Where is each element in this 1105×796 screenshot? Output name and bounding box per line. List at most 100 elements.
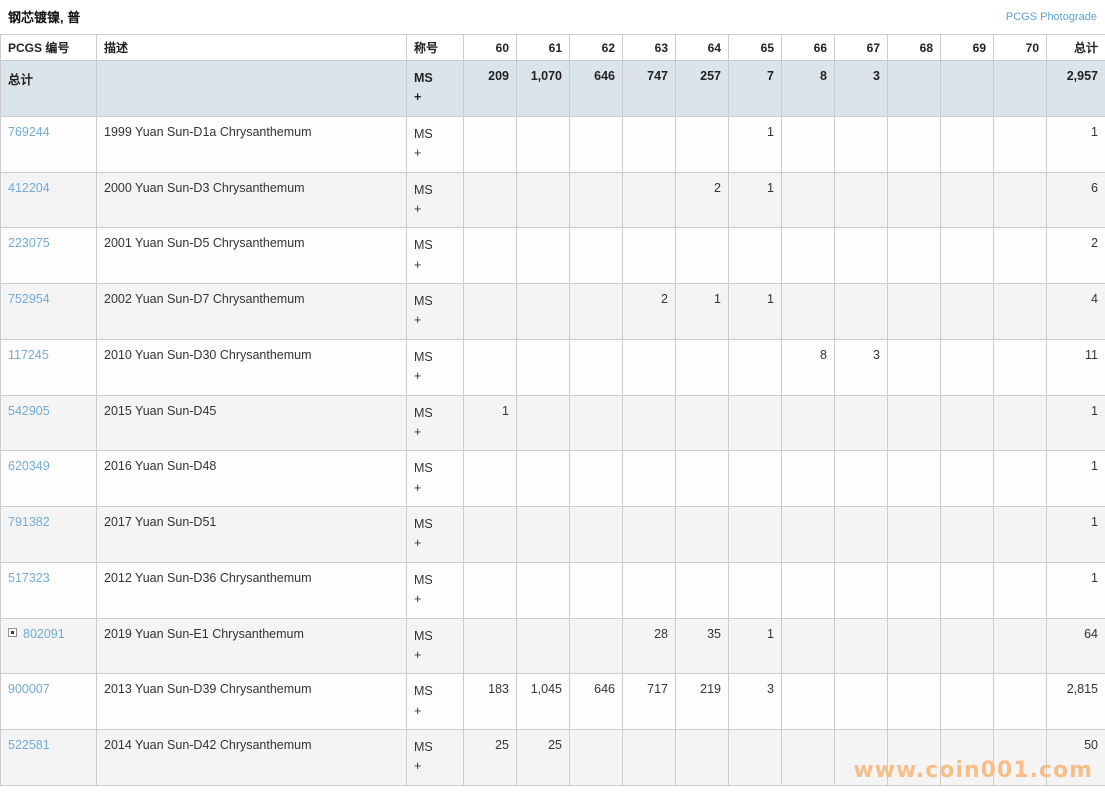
grade-count	[782, 172, 835, 228]
column-header-pcgs-number: PCGS 编号	[1, 35, 97, 61]
grade-count	[888, 339, 941, 395]
section-header: 钢芯镀镍, 普 PCGS Photograde	[0, 0, 1105, 34]
grade-count	[464, 618, 517, 674]
column-header-grade-61: 61	[517, 35, 570, 61]
grade-count	[729, 730, 782, 786]
grade-count	[888, 507, 941, 563]
grade-count	[729, 562, 782, 618]
pcgs-number-link[interactable]: 752954	[8, 292, 50, 306]
pcgs-number-link[interactable]: 412204	[8, 181, 50, 195]
table-row: 117245 2010 Yuan Sun-D30 Chrysanthemum M…	[1, 339, 1105, 395]
grade-count	[676, 228, 729, 284]
grade-count	[570, 339, 623, 395]
column-header-grade-67: 67	[835, 35, 888, 61]
pcgs-number-cell: 769244	[1, 116, 97, 172]
designation: MS +	[407, 172, 464, 228]
grade-count: 1	[729, 618, 782, 674]
photograde-link[interactable]: PCGS Photograde	[1006, 11, 1097, 23]
coin-description: 2013 Yuan Sun-D39 Chrysanthemum	[97, 674, 407, 730]
pcgs-number-link[interactable]: 620349	[8, 459, 50, 473]
pcgs-number-link[interactable]: 522581	[8, 738, 50, 752]
pcgs-number-cell: 412204	[1, 172, 97, 228]
grade-count: 28	[623, 618, 676, 674]
pcgs-number-link[interactable]: 223075	[8, 236, 50, 250]
total-row: 总计 MS + 2091,070646747257783 2,957	[1, 61, 1105, 117]
grade-count	[888, 562, 941, 618]
grade-count	[782, 116, 835, 172]
grade-count	[729, 339, 782, 395]
grade-count	[464, 339, 517, 395]
column-header-grade-62: 62	[570, 35, 623, 61]
grade-count	[570, 116, 623, 172]
grade-count	[676, 116, 729, 172]
total-row-spacer	[97, 61, 407, 117]
pcgs-number-cell: 517323	[1, 562, 97, 618]
designation: MS +	[407, 284, 464, 340]
grade-count	[570, 562, 623, 618]
pcgs-number-link[interactable]: 517323	[8, 571, 50, 585]
table-row: 517323 2012 Yuan Sun-D36 Chrysanthemum M…	[1, 562, 1105, 618]
grade-count	[941, 395, 994, 451]
total-grade-count: 209	[464, 61, 517, 117]
pcgs-number-cell: 223075	[1, 228, 97, 284]
grade-count: 8	[782, 339, 835, 395]
grade-count: 1	[676, 284, 729, 340]
grade-count	[835, 562, 888, 618]
grade-count	[835, 228, 888, 284]
pcgs-number-link[interactable]: 791382	[8, 515, 50, 529]
grade-count: 1	[729, 116, 782, 172]
grade-count	[835, 618, 888, 674]
pcgs-number-cell: 620349	[1, 451, 97, 507]
grade-count	[570, 730, 623, 786]
table-row: 900007 2013 Yuan Sun-D39 Chrysanthemum M…	[1, 674, 1105, 730]
report-sections: 钢芯镀镍, 普 PCGS Photograde PCGS 编号 描述 称号 60…	[0, 0, 1105, 796]
pcgs-number-link[interactable]: 769244	[8, 125, 50, 139]
table-row: 791382 2017 Yuan Sun-D51 MS + 1	[1, 507, 1105, 563]
grade-count	[835, 116, 888, 172]
grade-count	[782, 451, 835, 507]
total-grade-count: 747	[623, 61, 676, 117]
grade-count	[729, 507, 782, 563]
grade-count	[994, 730, 1047, 786]
grade-count	[782, 730, 835, 786]
total-row-label: 总计	[1, 61, 97, 117]
designation: MS +	[407, 228, 464, 284]
column-header-grade-64: 64	[676, 35, 729, 61]
grade-count	[623, 116, 676, 172]
grade-count: 1,045	[517, 674, 570, 730]
pcgs-number-link[interactable]: 802091	[23, 627, 65, 641]
grade-count	[941, 172, 994, 228]
grade-count	[676, 507, 729, 563]
total-grade-count	[994, 61, 1047, 117]
grade-count	[570, 228, 623, 284]
column-header-designation: 称号	[407, 35, 464, 61]
pcgs-number-link[interactable]: 900007	[8, 682, 50, 696]
designation: MS +	[407, 674, 464, 730]
designation: MS +	[407, 116, 464, 172]
table-row: 542905 2015 Yuan Sun-D45 MS + 1 1	[1, 395, 1105, 451]
pcgs-number-cell: 117245	[1, 339, 97, 395]
pcgs-number-cell: 900007	[1, 674, 97, 730]
pcgs-number-cell: 791382	[1, 507, 97, 563]
coin-description: 2019 Yuan Sun-E1 Chrysanthemum	[97, 618, 407, 674]
column-header-grade-65: 65	[729, 35, 782, 61]
grade-count	[994, 451, 1047, 507]
pcgs-number-link[interactable]: 117245	[8, 348, 49, 362]
grade-count	[729, 451, 782, 507]
grade-count: 219	[676, 674, 729, 730]
coin-description: 2017 Yuan Sun-D51	[97, 507, 407, 563]
population-table: PCGS 编号 描述 称号 6061626364656667686970 总计 …	[0, 34, 1105, 786]
designation: MS +	[407, 339, 464, 395]
grade-count: 3	[729, 674, 782, 730]
grade-count: 1	[729, 172, 782, 228]
grade-count: 1	[464, 395, 517, 451]
grade-count	[570, 172, 623, 228]
grade-count	[570, 284, 623, 340]
grade-count	[888, 395, 941, 451]
header-row: PCGS 编号 描述 称号 6061626364656667686970 总计	[1, 35, 1105, 61]
grade-count	[835, 395, 888, 451]
grade-count	[623, 339, 676, 395]
pcgs-number-link[interactable]: 542905	[8, 404, 50, 418]
grade-count	[782, 618, 835, 674]
expand-icon[interactable]	[8, 628, 17, 637]
